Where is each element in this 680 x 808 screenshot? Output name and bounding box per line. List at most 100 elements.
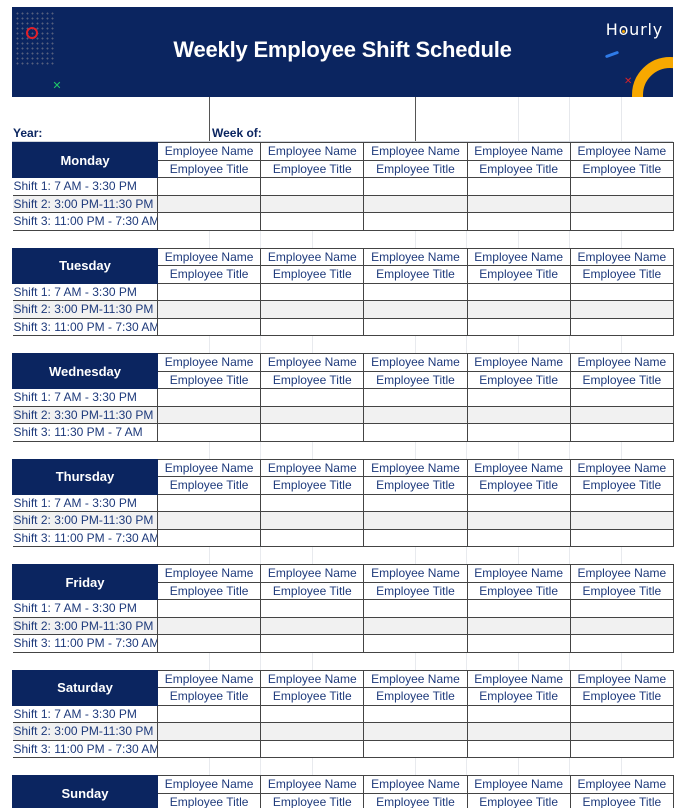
employee-name-cell[interactable]: Employee Name [260, 458, 365, 477]
employee-title-cell[interactable]: Employee Title [569, 581, 674, 600]
employee-name-cell[interactable]: Employee Name [569, 458, 674, 477]
employee-title-cell[interactable]: Employee Title [363, 370, 468, 389]
shift-assignment-cell[interactable] [156, 528, 262, 547]
employee-name-cell[interactable]: Employee Name [260, 669, 365, 688]
shift-assignment-cell[interactable] [363, 722, 468, 741]
employee-title-cell[interactable]: Employee Title [466, 370, 571, 389]
employee-title-cell[interactable]: Employee Title [156, 476, 262, 495]
shift-assignment-cell[interactable] [569, 317, 674, 336]
employee-name-cell[interactable]: Employee Name [466, 775, 571, 794]
employee-title-cell[interactable]: Employee Title [363, 581, 468, 600]
shift-assignment-cell[interactable] [466, 722, 571, 741]
shift-assignment-cell[interactable] [260, 405, 365, 424]
shift-assignment-cell[interactable] [466, 616, 571, 635]
shift-assignment-cell[interactable] [156, 194, 262, 213]
shift-assignment-cell[interactable] [569, 405, 674, 424]
employee-title-cell[interactable]: Employee Title [569, 159, 674, 178]
shift-assignment-cell[interactable] [569, 616, 674, 635]
shift-assignment-cell[interactable] [156, 722, 262, 741]
shift-assignment-cell[interactable] [156, 317, 262, 336]
shift-assignment-cell[interactable] [156, 388, 262, 407]
employee-name-cell[interactable]: Employee Name [363, 142, 468, 161]
employee-title-cell[interactable]: Employee Title [260, 687, 365, 706]
employee-title-cell[interactable]: Employee Title [156, 370, 262, 389]
shift-assignment-cell[interactable] [260, 423, 365, 442]
employee-title-cell[interactable]: Employee Title [260, 265, 365, 284]
employee-title-cell[interactable]: Employee Title [569, 792, 674, 808]
employee-name-cell[interactable]: Employee Name [569, 775, 674, 794]
shift-assignment-cell[interactable] [569, 282, 674, 301]
shift-assignment-cell[interactable] [363, 616, 468, 635]
shift-assignment-cell[interactable] [569, 177, 674, 196]
employee-name-cell[interactable]: Employee Name [466, 142, 571, 161]
shift-assignment-cell[interactable] [363, 300, 468, 319]
employee-name-cell[interactable]: Employee Name [156, 775, 262, 794]
shift-assignment-cell[interactable] [466, 493, 571, 512]
shift-assignment-cell[interactable] [466, 704, 571, 723]
shift-assignment-cell[interactable] [260, 388, 365, 407]
shift-assignment-cell[interactable] [363, 511, 468, 530]
shift-assignment-cell[interactable] [466, 194, 571, 213]
employee-title-cell[interactable]: Employee Title [363, 476, 468, 495]
shift-assignment-cell[interactable] [569, 493, 674, 512]
employee-name-cell[interactable]: Employee Name [363, 669, 468, 688]
shift-assignment-cell[interactable] [260, 616, 365, 635]
employee-name-cell[interactable]: Employee Name [569, 142, 674, 161]
shift-assignment-cell[interactable] [260, 704, 365, 723]
employee-name-cell[interactable]: Employee Name [569, 669, 674, 688]
shift-assignment-cell[interactable] [569, 704, 674, 723]
employee-title-cell[interactable]: Employee Title [156, 159, 262, 178]
shift-assignment-cell[interactable] [569, 739, 674, 758]
shift-assignment-cell[interactable] [466, 282, 571, 301]
shift-assignment-cell[interactable] [156, 212, 262, 231]
shift-assignment-cell[interactable] [569, 388, 674, 407]
employee-title-cell[interactable]: Employee Title [569, 265, 674, 284]
shift-assignment-cell[interactable] [260, 194, 365, 213]
shift-assignment-cell[interactable] [466, 405, 571, 424]
week-of-field-label[interactable]: Week of: [212, 126, 262, 140]
shift-assignment-cell[interactable] [466, 599, 571, 618]
shift-assignment-cell[interactable] [260, 634, 365, 653]
shift-assignment-cell[interactable] [466, 300, 571, 319]
employee-name-cell[interactable]: Employee Name [260, 564, 365, 583]
shift-assignment-cell[interactable] [260, 722, 365, 741]
shift-assignment-cell[interactable] [363, 528, 468, 547]
employee-name-cell[interactable]: Employee Name [156, 564, 262, 583]
employee-title-cell[interactable]: Employee Title [363, 159, 468, 178]
shift-assignment-cell[interactable] [260, 282, 365, 301]
shift-assignment-cell[interactable] [363, 177, 468, 196]
employee-title-cell[interactable]: Employee Title [260, 159, 365, 178]
employee-name-cell[interactable]: Employee Name [156, 669, 262, 688]
shift-assignment-cell[interactable] [363, 739, 468, 758]
employee-name-cell[interactable]: Employee Name [569, 564, 674, 583]
employee-title-cell[interactable]: Employee Title [260, 370, 365, 389]
shift-assignment-cell[interactable] [569, 423, 674, 442]
shift-assignment-cell[interactable] [260, 493, 365, 512]
employee-name-cell[interactable]: Employee Name [363, 353, 468, 372]
shift-assignment-cell[interactable] [260, 300, 365, 319]
shift-assignment-cell[interactable] [156, 493, 262, 512]
employee-name-cell[interactable]: Employee Name [466, 669, 571, 688]
shift-assignment-cell[interactable] [466, 212, 571, 231]
employee-name-cell[interactable]: Employee Name [466, 353, 571, 372]
shift-assignment-cell[interactable] [260, 739, 365, 758]
shift-assignment-cell[interactable] [466, 528, 571, 547]
year-field-label[interactable]: Year: [13, 126, 42, 140]
employee-name-cell[interactable]: Employee Name [260, 247, 365, 266]
employee-name-cell[interactable]: Employee Name [260, 353, 365, 372]
shift-assignment-cell[interactable] [156, 423, 262, 442]
employee-name-cell[interactable]: Employee Name [363, 458, 468, 477]
shift-assignment-cell[interactable] [569, 212, 674, 231]
shift-assignment-cell[interactable] [156, 739, 262, 758]
shift-assignment-cell[interactable] [466, 388, 571, 407]
shift-assignment-cell[interactable] [363, 282, 468, 301]
shift-assignment-cell[interactable] [569, 599, 674, 618]
employee-name-cell[interactable]: Employee Name [156, 247, 262, 266]
employee-title-cell[interactable]: Employee Title [569, 370, 674, 389]
shift-assignment-cell[interactable] [156, 511, 262, 530]
shift-assignment-cell[interactable] [156, 634, 262, 653]
employee-name-cell[interactable]: Employee Name [260, 142, 365, 161]
shift-assignment-cell[interactable] [156, 300, 262, 319]
employee-name-cell[interactable]: Employee Name [569, 247, 674, 266]
shift-assignment-cell[interactable] [569, 722, 674, 741]
